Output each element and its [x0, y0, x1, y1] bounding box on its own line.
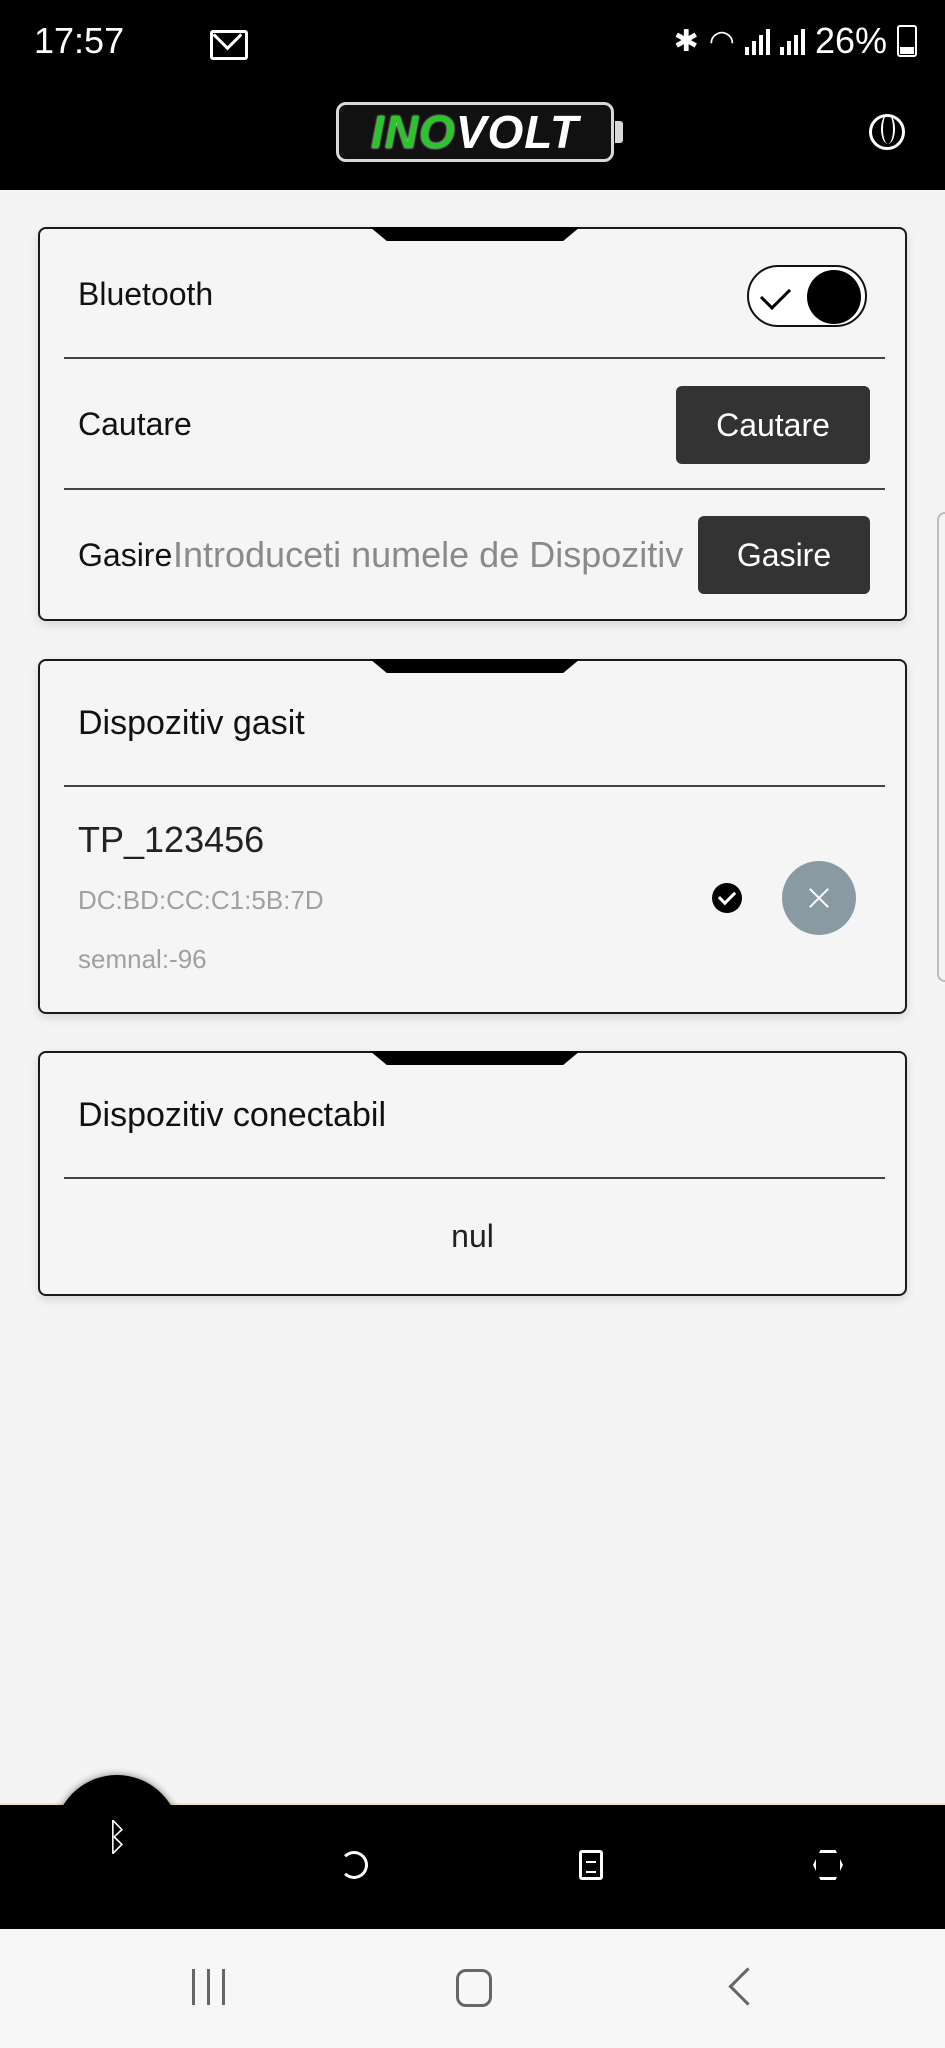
search-label: Cautare: [78, 405, 192, 442]
mail-icon: [210, 30, 248, 60]
app-header: INO VOLT: [0, 88, 945, 190]
refresh-icon: [340, 1851, 368, 1879]
bluetooth-label: Bluetooth: [78, 275, 214, 312]
device-mac: DC:BD:CC:C1:5B:7D: [78, 885, 324, 915]
inovolt-logo: INO VOLT: [336, 102, 623, 162]
bluetooth-toggle[interactable]: [747, 265, 867, 327]
search-button[interactable]: Cautare: [676, 386, 870, 464]
device-name-input[interactable]: Introduceti numele de Dispozitiv: [173, 490, 713, 620]
find-label: Gasire: [78, 536, 173, 573]
status-bar: 17:57 ✱ ◠ 26%: [0, 0, 945, 88]
globe-icon[interactable]: [869, 114, 905, 150]
device-signal: semnal:-96: [78, 944, 207, 974]
status-time: 17:57: [34, 20, 125, 61]
battery-icon: [897, 25, 917, 57]
logo-text-volt: VOLT: [455, 106, 580, 158]
find-button[interactable]: Gasire: [698, 516, 870, 594]
system-nav-bar: [0, 1929, 945, 2048]
status-icons: ✱ ◠ 26%: [674, 20, 917, 62]
check-icon: [759, 278, 792, 311]
connectable-title-row: Dispozitiv conectabil: [64, 1053, 885, 1177]
bluetooth-status-icon: ✱: [673, 24, 699, 58]
wifi-icon: ◠: [708, 24, 735, 58]
logo-text-ino: INO: [370, 106, 456, 158]
empty-state-text: nul: [451, 1218, 494, 1254]
connection-card: Bluetooth Cautare Cautare Gasire Introdu…: [38, 227, 907, 621]
bluetooth-icon: ᛒ: [105, 1816, 129, 1859]
document-nav-button[interactable]: [573, 1847, 609, 1883]
signal-icon: [744, 27, 770, 55]
settings-nav-button[interactable]: [810, 1847, 846, 1883]
connectable-device-card: Dispozitiv conectabil nul: [38, 1051, 907, 1296]
connectable-device-title: Dispozitiv conectabil: [78, 1095, 387, 1134]
document-icon: [579, 1850, 603, 1880]
settings-icon: [813, 1850, 843, 1880]
device-name: TP_123456: [78, 819, 265, 860]
bluetooth-nav-button[interactable]: ᛒ: [54, 1775, 180, 1901]
divider: [64, 785, 885, 787]
divider: [64, 1177, 885, 1179]
found-device-title: Dispozitiv gasit: [78, 703, 305, 742]
battery-percent: 26%: [814, 20, 887, 61]
back-button[interactable]: [728, 1967, 767, 2006]
found-title-row: Dispozitiv gasit: [64, 661, 885, 785]
selected-check-icon[interactable]: [712, 883, 742, 913]
refresh-nav-button[interactable]: [336, 1847, 372, 1883]
recent-apps-button[interactable]: [192, 1969, 225, 2005]
found-device-card: Dispozitiv gasit TP_123456 DC:BD:CC:C1:5…: [38, 659, 907, 1014]
scroll-handle[interactable]: [937, 512, 945, 982]
signal-icon-2: [779, 27, 805, 55]
remove-device-button[interactable]: [782, 861, 856, 935]
toggle-knob: [807, 270, 861, 324]
home-button[interactable]: [456, 1969, 492, 2007]
